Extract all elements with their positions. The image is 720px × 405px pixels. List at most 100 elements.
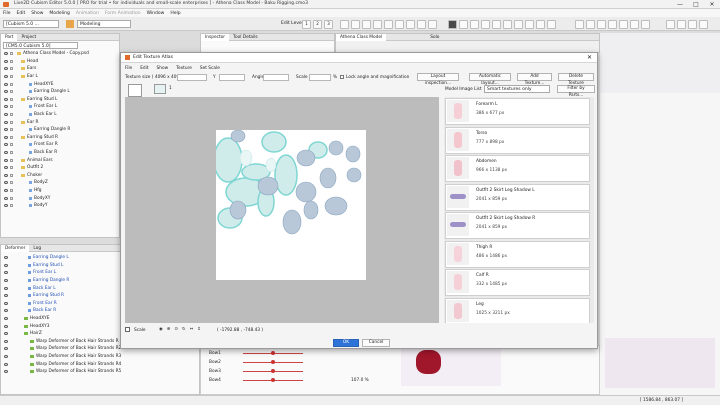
lock-toggle-icon[interactable] (10, 143, 13, 147)
zoom-tool-icon[interactable] (525, 20, 534, 29)
menu-animation[interactable]: Animation (76, 11, 99, 16)
visibility-eye-icon[interactable] (4, 52, 8, 56)
tool-button[interactable] (417, 20, 426, 29)
lock-toggle-icon[interactable] (10, 166, 13, 170)
part-tree-row[interactable]: Front Ear L (1, 103, 119, 111)
deformer-tree-row[interactable]: Warp Deformer of Back Hair Strands R4 (1, 360, 199, 368)
visibility-eye-icon[interactable] (4, 151, 8, 155)
visibility-eye-icon[interactable] (4, 271, 8, 275)
lock-toggle-icon[interactable] (10, 196, 13, 200)
parameter-slider[interactable] (243, 351, 303, 355)
tool-button[interactable] (351, 20, 360, 29)
move-tool-icon[interactable] (536, 20, 545, 29)
menu-file[interactable]: File (3, 11, 11, 16)
part-tree-row[interactable]: Choker (1, 172, 119, 180)
visibility-eye-icon[interactable] (4, 196, 8, 200)
part-tree-row[interactable]: Outfit 2 (1, 164, 119, 172)
lock-toggle-icon[interactable] (10, 151, 13, 155)
visibility-eye-icon[interactable] (4, 362, 8, 366)
menu-edit[interactable]: Edit (17, 11, 26, 16)
tool-button[interactable] (597, 20, 606, 29)
visibility-eye-icon[interactable] (4, 370, 8, 374)
lock-toggle-icon[interactable] (10, 128, 13, 132)
menu-window[interactable]: Window (147, 11, 165, 16)
visibility-eye-icon[interactable] (4, 82, 8, 86)
part-tree-row[interactable]: Back Ear L (1, 111, 119, 119)
tool-button[interactable] (619, 20, 628, 29)
part-tree-row[interactable]: Back Ear R (1, 149, 119, 157)
view-tool-icon[interactable] (514, 20, 523, 29)
minimize-button[interactable]: — (672, 0, 688, 9)
texture-list-item[interactable]: Torso 777 x 898 px (445, 126, 590, 154)
tool-button[interactable] (630, 20, 639, 29)
lock-toggle-icon[interactable] (10, 113, 13, 117)
dialog-menu-edit[interactable]: Edit (140, 66, 148, 71)
tool-button[interactable] (699, 20, 708, 29)
visibility-eye-icon[interactable] (4, 128, 8, 132)
zoom-out-icon[interactable]: ◉ (159, 327, 163, 332)
parameter-slider[interactable] (243, 369, 303, 373)
menu-show[interactable]: Show (31, 11, 43, 16)
slider-knob[interactable] (271, 378, 275, 382)
brush-tool-icon[interactable] (470, 20, 479, 29)
tab-solo[interactable]: Solo (426, 34, 443, 41)
edit-level-1-button[interactable]: 1 (302, 20, 311, 29)
part-tree-row[interactable]: Earring Stud L (1, 96, 119, 104)
visibility-eye-icon[interactable] (4, 166, 8, 170)
part-tree-row[interactable]: Earring Dangle R (1, 126, 119, 134)
zoom-value[interactable]: 107.0 % (351, 378, 369, 383)
parameter-slider[interactable] (243, 360, 303, 364)
menu-modeling[interactable]: Modeling (49, 11, 69, 16)
flip-horizontal-icon[interactable]: ⇔ (190, 327, 194, 332)
tool-button[interactable] (428, 20, 437, 29)
close-window-button[interactable]: ✕ (704, 0, 720, 9)
part-tree-row[interactable]: Ear R (1, 118, 119, 126)
part-tree-row[interactable]: BodyXY (1, 194, 119, 202)
parts-dropdown[interactable]: [CM5.0 Cubism 5.0] (3, 42, 78, 49)
visibility-eye-icon[interactable] (4, 67, 8, 71)
tool-button[interactable] (641, 20, 650, 29)
lock-checkbox[interactable] (340, 75, 344, 79)
lock-toggle-icon[interactable] (10, 97, 13, 101)
part-tree-row[interactable]: Front Ear R (1, 141, 119, 149)
tool-button[interactable] (384, 20, 393, 29)
texture-list-item[interactable]: Thigh R 486 x 1486 px (445, 240, 590, 268)
dialog-menu-file[interactable]: File (125, 66, 132, 71)
tool-button[interactable] (677, 20, 686, 29)
tab-tool-details[interactable]: Tool Details (229, 34, 262, 41)
part-tree-row[interactable]: Athena Class Model - Copy.psd (1, 50, 119, 58)
dialog-menu-show[interactable]: Show (157, 66, 169, 71)
rotate-icon[interactable]: ↻ (182, 327, 186, 332)
angle-input[interactable] (263, 74, 289, 81)
dialog-close-icon[interactable]: ✕ (587, 54, 592, 61)
visibility-eye-icon[interactable] (4, 113, 8, 117)
visibility-eye-icon[interactable] (4, 256, 8, 260)
tab-inspector[interactable]: Inspector (201, 33, 230, 41)
visibility-eye-icon[interactable] (4, 120, 8, 124)
menu-form-animation[interactable]: Form Animation (105, 11, 141, 16)
visibility-eye-icon[interactable] (4, 324, 8, 328)
rotate-tool-icon[interactable] (503, 20, 512, 29)
arrow-select-tool-icon[interactable] (448, 20, 457, 29)
visibility-eye-icon[interactable] (4, 173, 8, 177)
atlas-tab-thumbnail-2[interactable] (154, 84, 166, 94)
tool-button[interactable] (666, 20, 675, 29)
tool-button[interactable] (395, 20, 404, 29)
part-tree-row[interactable]: BodyY (1, 202, 119, 210)
lock-toggle-icon[interactable] (10, 105, 13, 109)
tab-part[interactable]: Part (1, 33, 18, 41)
part-tree-row[interactable]: Earring Dangle L (1, 88, 119, 96)
tab-project[interactable]: Project (17, 34, 40, 41)
lock-toggle-icon[interactable] (10, 82, 13, 86)
texture-list-item[interactable]: Calf R 332 x 1485 px (445, 269, 590, 296)
visibility-eye-icon[interactable] (4, 90, 8, 94)
visibility-eye-icon[interactable] (4, 181, 8, 185)
tool-button[interactable] (688, 20, 697, 29)
visibility-eye-icon[interactable] (4, 355, 8, 359)
lock-toggle-icon[interactable] (10, 59, 13, 63)
automatic-layout-button[interactable]: Automatic layout... (469, 73, 511, 86)
visibility-eye-icon[interactable] (4, 263, 8, 267)
delete-texture-button[interactable]: Delete Texture (558, 73, 594, 86)
scale-input[interactable] (309, 74, 331, 81)
lock-toggle-icon[interactable] (10, 135, 13, 139)
